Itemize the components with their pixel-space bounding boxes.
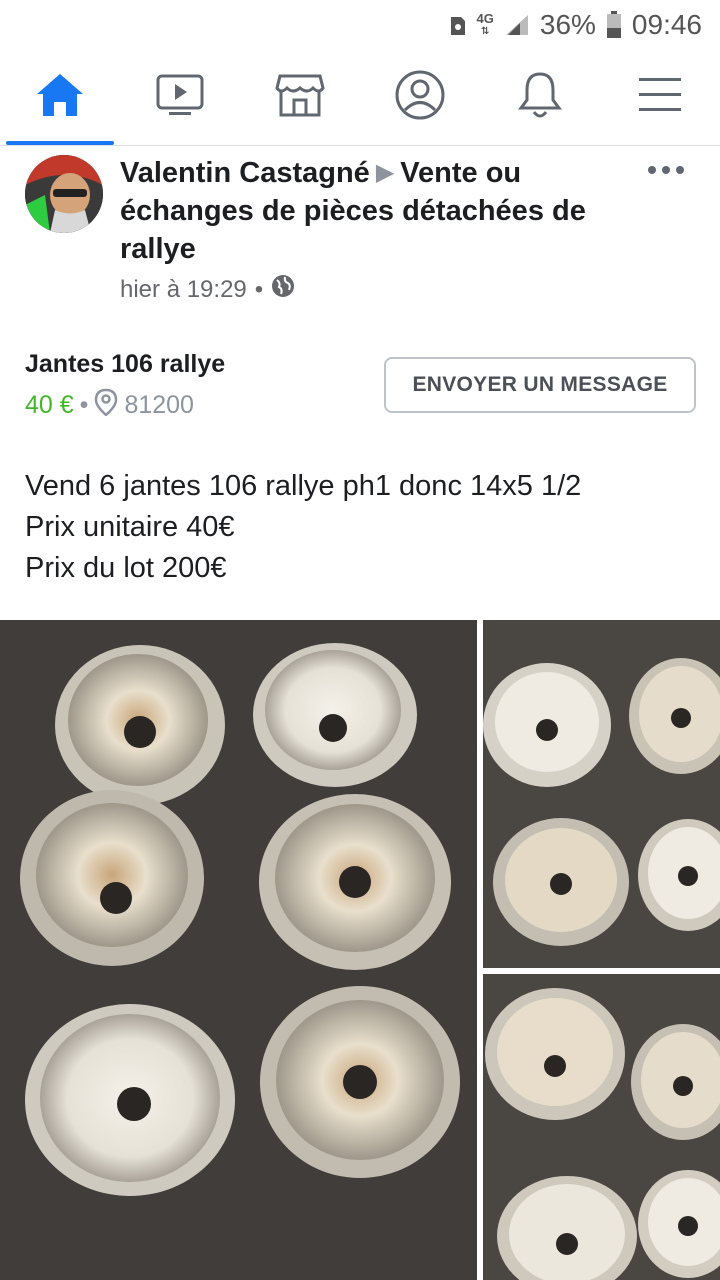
post-time[interactable]: hier à 19:29: [120, 276, 247, 304]
description-line: Vend 6 jantes 106 rallye ph1 donc 14x5 1…: [25, 470, 582, 502]
globe-icon: [271, 274, 295, 305]
dot: [648, 166, 656, 174]
listing-price: 40 €: [25, 391, 74, 419]
photo-main[interactable]: [0, 620, 477, 1280]
description-line: Prix du lot 200€: [25, 552, 227, 584]
signal-icon: [504, 13, 530, 37]
tab-menu[interactable]: [600, 50, 720, 145]
photo-thumbnail[interactable]: [483, 620, 720, 968]
battery-icon: [606, 11, 622, 39]
photo-thumbnail[interactable]: [483, 974, 720, 1280]
tab-watch[interactable]: [120, 50, 240, 145]
store-icon: [275, 72, 325, 123]
avatar[interactable]: [25, 155, 103, 233]
dot: [676, 166, 684, 174]
status-bar: 4G ⇅ 36% 09:46: [0, 0, 720, 50]
listing-title: Jantes 106 rallye: [25, 350, 226, 378]
home-icon: [35, 72, 85, 123]
arrow-right-icon: ▶: [375, 159, 395, 186]
tab-notifications[interactable]: [480, 50, 600, 145]
listing-separator: •: [79, 391, 89, 419]
tab-marketplace[interactable]: [240, 50, 360, 145]
author-name[interactable]: Valentin Castagné: [120, 157, 370, 189]
post-description: Vend 6 jantes 106 rallye ph1 donc 14x5 1…: [25, 466, 581, 589]
clock: 09:46: [631, 9, 702, 40]
sim-icon: [449, 13, 467, 37]
tab-profile[interactable]: [360, 50, 480, 145]
more-options-button[interactable]: [648, 162, 684, 178]
post-header: Valentin Castagné ▶ Vente ou échanges de p…: [0, 150, 720, 320]
top-nav: [0, 50, 720, 146]
hamburger-icon: [637, 75, 683, 120]
dot: [662, 166, 670, 174]
post-title: Valentin Castagné ▶ Vente ou échanges de p…: [120, 154, 630, 268]
tab-home[interactable]: [0, 50, 120, 145]
bell-icon: [517, 70, 563, 125]
location-pin-icon: [94, 388, 118, 423]
listing-location: 81200: [124, 391, 194, 419]
network-type: 4G ⇅: [476, 11, 494, 37]
description-line: Prix unitaire 40€: [25, 511, 235, 543]
post-meta: hier à 19:29 •: [120, 274, 295, 305]
video-icon: [155, 72, 205, 123]
photo-grid: [0, 620, 720, 1280]
battery-percent: 36%: [539, 9, 596, 40]
profile-icon: [394, 69, 446, 126]
listing-meta: 40 € • 81200: [25, 388, 194, 423]
meta-separator: •: [254, 275, 264, 303]
send-message-button[interactable]: ENVOYER UN MESSAGE: [384, 357, 696, 413]
